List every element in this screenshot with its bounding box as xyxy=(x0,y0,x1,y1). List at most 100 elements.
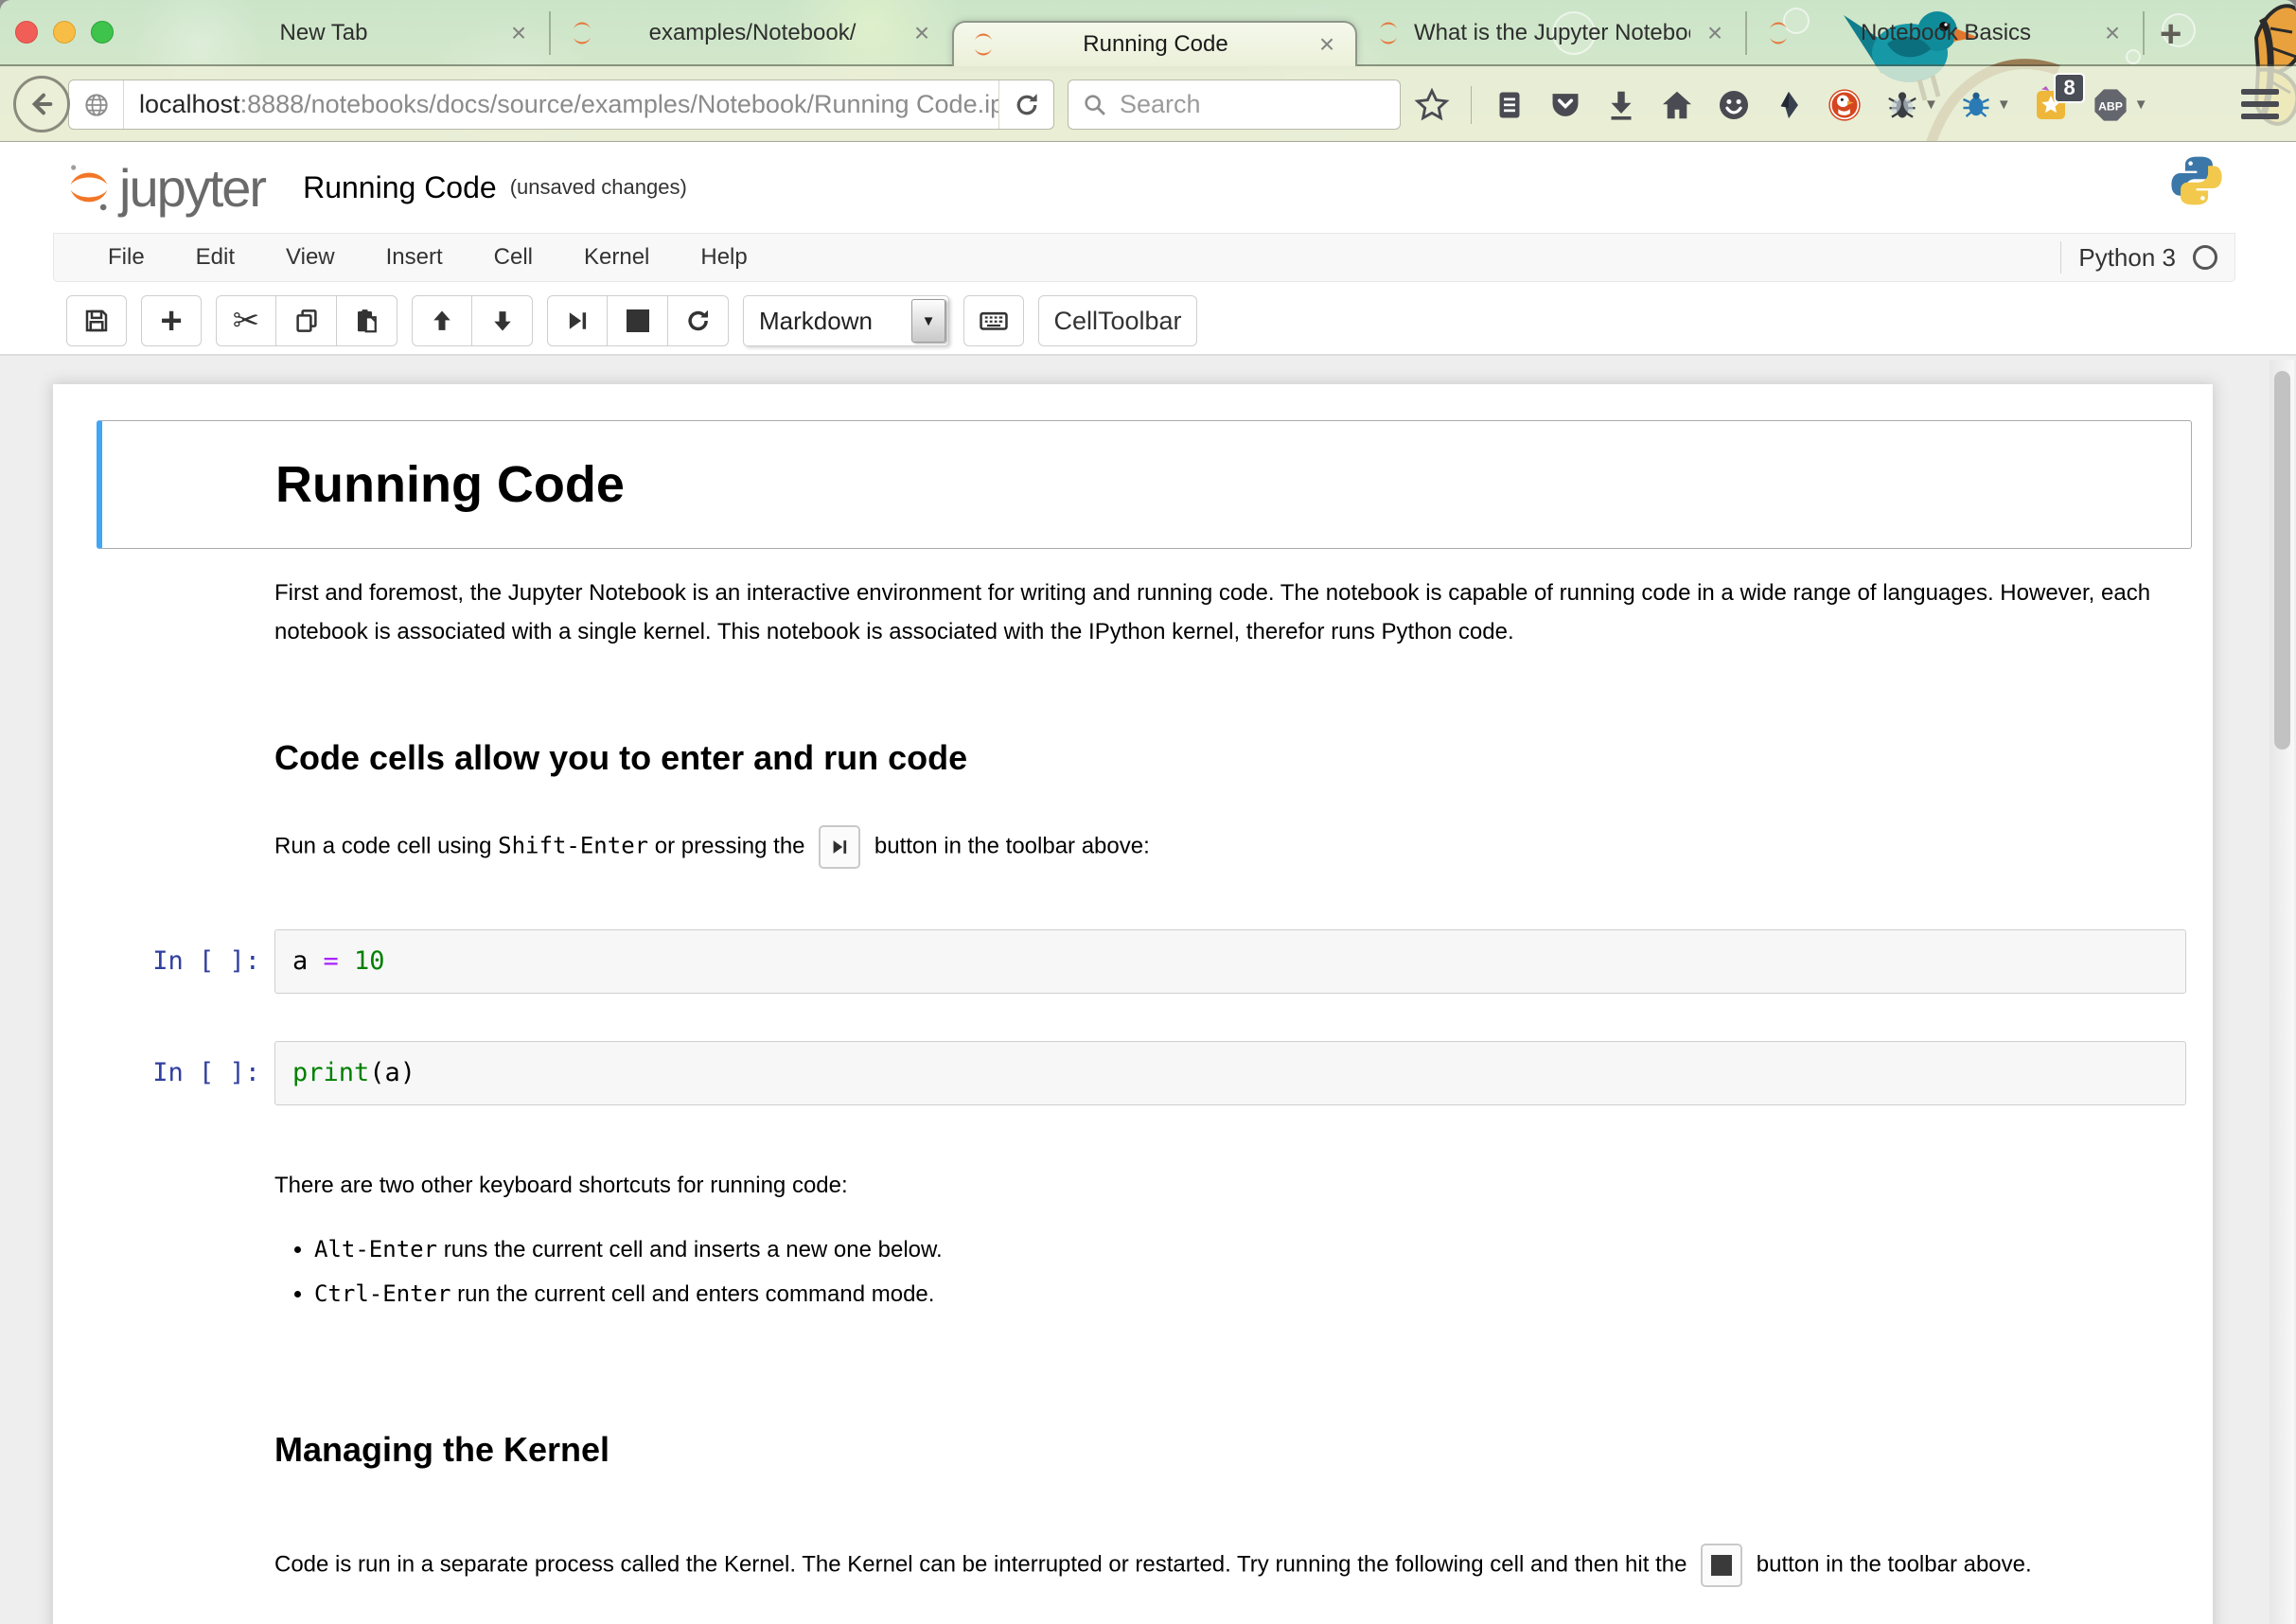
menu-insert[interactable]: Insert xyxy=(361,244,468,271)
bug-extension-button[interactable]: ▼ xyxy=(1959,87,2011,123)
shortcuts-intro: There are two other keyboard shortcuts f… xyxy=(274,1166,2158,1205)
zoom-window-button[interactable] xyxy=(91,21,114,44)
url-bar[interactable]: localhost:8888/notebooks/docs/source/exa… xyxy=(68,79,1054,130)
search-box[interactable] xyxy=(1068,79,1401,130)
menu-edit[interactable]: Edit xyxy=(170,244,260,271)
markdown-cell-h2-code[interactable]: Code cells allow you to enter and run co… xyxy=(97,702,2192,801)
chevron-down-icon[interactable]: ▼ xyxy=(1924,97,1938,113)
markdown-cell-h2-kernel[interactable]: Managing the Kernel xyxy=(97,1394,2192,1492)
jupyter-spinner-icon xyxy=(1764,19,1793,47)
code-input-area[interactable]: a = 10 xyxy=(274,929,2186,994)
send-tab-button[interactable] xyxy=(1773,87,1805,123)
code-input-area[interactable]: print(a) xyxy=(274,1041,2186,1105)
bookmark-star-icon xyxy=(1414,87,1450,123)
duckduckgo-button[interactable] xyxy=(1826,86,1863,124)
home-button[interactable] xyxy=(1659,87,1695,123)
downloads-button[interactable] xyxy=(1604,87,1638,123)
menu-help[interactable]: Help xyxy=(675,244,772,271)
menu-kernel[interactable]: Kernel xyxy=(558,244,675,271)
notebook-title[interactable]: Running Code xyxy=(303,170,497,205)
markdown-cell-intro[interactable]: First and foremost, the Jupyter Notebook… xyxy=(97,551,2192,674)
markdown-cell-run-sentence[interactable]: Run a code cell using Shift-Enter or pre… xyxy=(97,803,2192,891)
inline-run-button-image xyxy=(819,825,860,869)
back-arrow-icon xyxy=(26,89,57,119)
pocket-button[interactable] xyxy=(1547,87,1583,123)
restart-kernel-button[interactable] xyxy=(668,295,729,346)
close-window-button[interactable] xyxy=(15,21,38,44)
tab-examples-notebook[interactable]: examples/Notebook/ × xyxy=(553,0,950,66)
chevron-down-icon[interactable]: ▼ xyxy=(1997,97,2011,113)
reload-button[interactable] xyxy=(998,80,1053,129)
run-cell-button[interactable] xyxy=(547,295,608,346)
tab-new-tab[interactable]: New Tab × xyxy=(138,0,547,66)
tab-running-code-active[interactable]: Running Code × xyxy=(952,21,1357,66)
minimize-window-button[interactable] xyxy=(53,21,76,44)
fly-extension-button[interactable]: ▼ xyxy=(1884,86,1938,124)
fly-extension-icon xyxy=(1884,86,1920,124)
bookmark-star-button[interactable] xyxy=(1414,87,1450,123)
new-tab-button[interactable]: + xyxy=(2160,13,2181,56)
reading-list-button[interactable] xyxy=(1492,87,1527,123)
back-button[interactable] xyxy=(13,76,70,132)
markdown-cell-selected[interactable]: Running Code xyxy=(97,420,2192,549)
shortcuts-list: Alt-Enter runs the current cell and inse… xyxy=(274,1227,2177,1316)
window-controls xyxy=(15,21,114,44)
tab-notebook-basics[interactable]: Notebook Basics × xyxy=(1749,0,2141,66)
jupyter-spinner-icon xyxy=(1374,19,1403,47)
search-input[interactable] xyxy=(1120,90,1386,119)
jupyter-logo[interactable]: jupyter xyxy=(64,157,265,219)
tab-close-icon[interactable]: × xyxy=(909,20,935,46)
interrupt-kernel-button[interactable] xyxy=(608,295,668,346)
tab-separator xyxy=(549,11,551,55)
tab-close-icon[interactable]: × xyxy=(505,20,532,46)
scissors-icon: ✂ xyxy=(233,302,260,340)
move-cell-up-button[interactable] xyxy=(412,295,472,346)
tab-close-icon[interactable]: × xyxy=(1314,31,1340,58)
tab-close-icon[interactable]: × xyxy=(1702,20,1728,46)
copy-icon xyxy=(292,307,321,335)
command-palette-button[interactable] xyxy=(963,295,1024,346)
tab-separator xyxy=(1745,11,1747,55)
stop-icon xyxy=(627,309,649,332)
page-scrollbar-thumb[interactable] xyxy=(2274,371,2290,750)
markdown-cell-kernel-sentence[interactable]: Code is run in a separate process called… xyxy=(97,1521,2192,1610)
celltoolbar-button[interactable]: CellToolbar xyxy=(1038,295,1197,346)
markdown-cell-shortcuts[interactable]: There are two other keyboard shortcuts f… xyxy=(97,1143,2192,1337)
adblock-plus-button[interactable]: ABP ▼ xyxy=(2091,85,2148,125)
bug-extension-icon xyxy=(1959,87,1993,123)
menu-file[interactable]: File xyxy=(82,244,170,271)
cell-type-select[interactable]: Markdown ▼ xyxy=(743,295,949,346)
feedback-smiley-button[interactable] xyxy=(1716,87,1752,123)
chevron-down-icon[interactable]: ▼ xyxy=(2134,97,2148,113)
url-text: localhost:8888/notebooks/docs/source/exa… xyxy=(124,90,998,119)
arrow-down-icon xyxy=(489,308,516,334)
save-button[interactable] xyxy=(66,295,127,346)
select-dropdown-button[interactable]: ▼ xyxy=(911,299,945,343)
paste-cell-button[interactable] xyxy=(337,295,397,346)
site-identity-globe-icon[interactable] xyxy=(69,80,124,129)
step-forward-icon xyxy=(564,308,591,334)
copy-cell-button[interactable] xyxy=(276,295,337,346)
menu-hamburger-button[interactable] xyxy=(2241,89,2279,119)
page-scrollbar-track[interactable] xyxy=(2270,360,2294,1624)
tab-bar: New Tab × examples/Notebook/ × Running C… xyxy=(0,0,2296,66)
jupyter-spinner-icon xyxy=(568,19,596,47)
notebook-container: Running Code First and foremost, the Jup… xyxy=(53,384,2213,1624)
code-cell-print[interactable]: In [ ]: print(a) xyxy=(97,1032,2192,1115)
cell-prompt-empty xyxy=(102,712,274,791)
insert-cell-below-button[interactable]: + xyxy=(141,295,202,346)
input-prompt: In [ ]: xyxy=(102,1041,274,1105)
move-cell-down-button[interactable] xyxy=(472,295,533,346)
tab-close-icon[interactable]: × xyxy=(2099,20,2126,46)
kernel-idle-icon xyxy=(2193,245,2217,270)
menu-view[interactable]: View xyxy=(260,244,361,271)
star-extension-button[interactable]: 8 xyxy=(2032,86,2070,124)
tab-what-is-jupyter[interactable]: What is the Jupyter Notebook × xyxy=(1359,0,1743,66)
cut-cell-button[interactable]: ✂ xyxy=(216,295,276,346)
home-icon xyxy=(1659,87,1695,123)
jupyter-logo-icon xyxy=(64,161,114,214)
menu-cell[interactable]: Cell xyxy=(468,244,558,271)
code-cell-assign[interactable]: In [ ]: a = 10 xyxy=(97,920,2192,1003)
kernel-name: Python 3 xyxy=(2078,243,2176,273)
keyboard-icon xyxy=(978,305,1010,337)
